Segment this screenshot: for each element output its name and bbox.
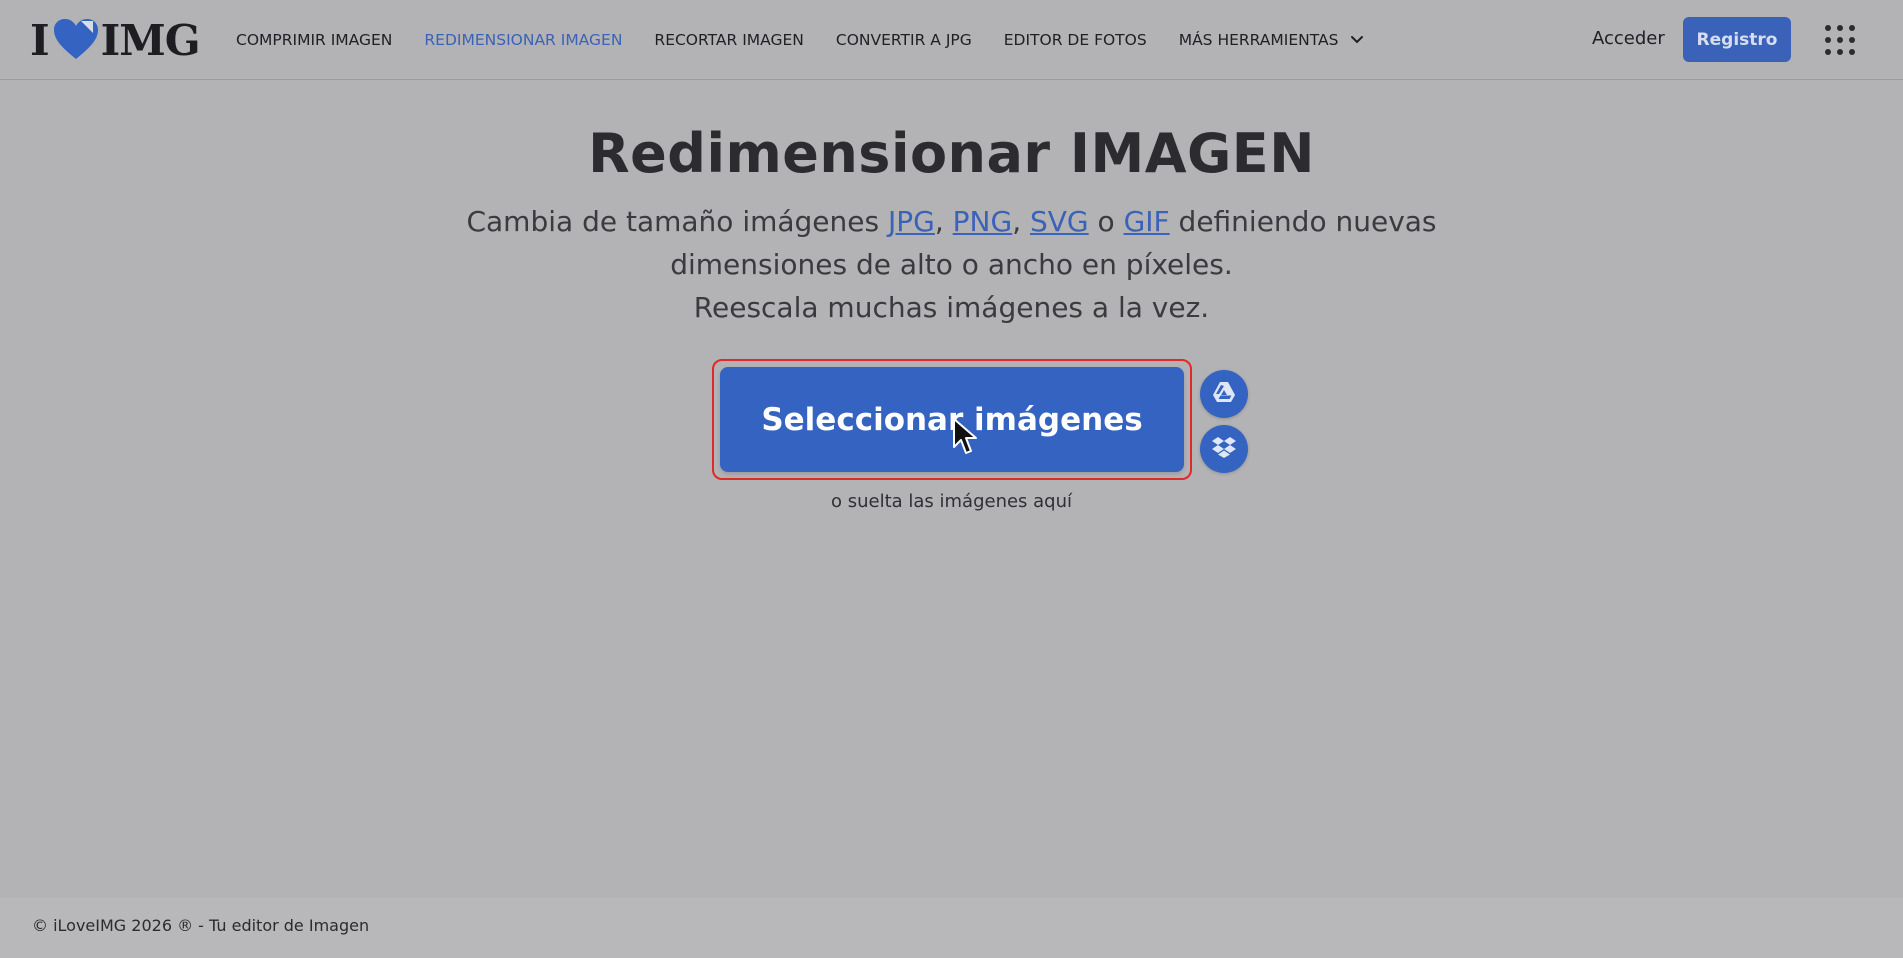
nav-crop-image[interactable]: RECORTAR IMAGEN (654, 31, 803, 49)
format-link-gif[interactable]: GIF (1124, 205, 1170, 238)
nav-compress-image[interactable]: COMPRIMIR IMAGEN (236, 31, 392, 49)
nav-convert-to-jpg[interactable]: CONVERTIR A JPG (836, 31, 972, 49)
logo-text-right: IMG (100, 15, 201, 65)
chevron-down-icon (1350, 35, 1364, 45)
nav-resize-image[interactable]: REDIMENSIONAR IMAGEN (424, 31, 622, 49)
nav-photo-editor[interactable]: EDITOR DE FOTOS (1004, 31, 1147, 49)
google-drive-icon (1212, 381, 1236, 407)
drop-hint: o suelta las imágenes aquí (830, 491, 1073, 512)
top-header: I IMG COMPRIMIR IMAGEN REDIMENSIONAR IMA… (0, 0, 1903, 80)
format-link-png[interactable]: PNG (953, 205, 1013, 238)
logo[interactable]: I IMG (30, 15, 201, 65)
subtitle-line-1: Cambia de tamaño imágenes JPG, PNG, SVG … (0, 200, 1903, 243)
page-subtitle: Cambia de tamaño imágenes JPG, PNG, SVG … (0, 200, 1903, 329)
subtitle-prefix: Cambia de tamaño imágenes (466, 205, 888, 238)
heart-logo-icon (53, 19, 99, 61)
separator-comma: , (934, 205, 944, 238)
dropbox-button[interactable] (1200, 425, 1248, 473)
google-drive-button[interactable] (1200, 370, 1248, 418)
format-link-jpg[interactable]: JPG (888, 205, 935, 238)
apps-grid-icon[interactable] (1822, 22, 1858, 58)
format-link-svg[interactable]: SVG (1030, 205, 1089, 238)
subtitle-line-2: dimensiones de alto o ancho en píxeles. (670, 248, 1233, 281)
logo-text-left: I (30, 15, 50, 65)
page: I IMG COMPRIMIR IMAGEN REDIMENSIONAR IMA… (0, 0, 1903, 958)
separator-or: o (1097, 205, 1115, 238)
main-nav: COMPRIMIR IMAGEN REDIMENSIONAR IMAGEN RE… (236, 0, 1396, 80)
login-link[interactable]: Acceder (1592, 28, 1665, 49)
nav-more-tools-label: MÁS HERRAMIENTAS (1178, 31, 1339, 49)
footer-copyright: © iLoveIMG 2026 ® - Tu editor de Imagen (32, 916, 370, 935)
dropbox-icon (1212, 436, 1236, 462)
nav-more-tools[interactable]: MÁS HERRAMIENTAS (1179, 31, 1365, 49)
subtitle-suffix: definiendo nuevas (1169, 205, 1437, 238)
footer: © iLoveIMG 2026 ® - Tu editor de Imagen (0, 898, 1903, 958)
page-title: Redimensionar IMAGEN (588, 122, 1315, 185)
register-button[interactable]: Registro (1683, 17, 1791, 62)
separator-comma: , (1012, 205, 1022, 238)
mouse-cursor-icon (953, 418, 977, 454)
subtitle-line-3: Reescala muchas imágenes a la vez. (693, 291, 1210, 324)
